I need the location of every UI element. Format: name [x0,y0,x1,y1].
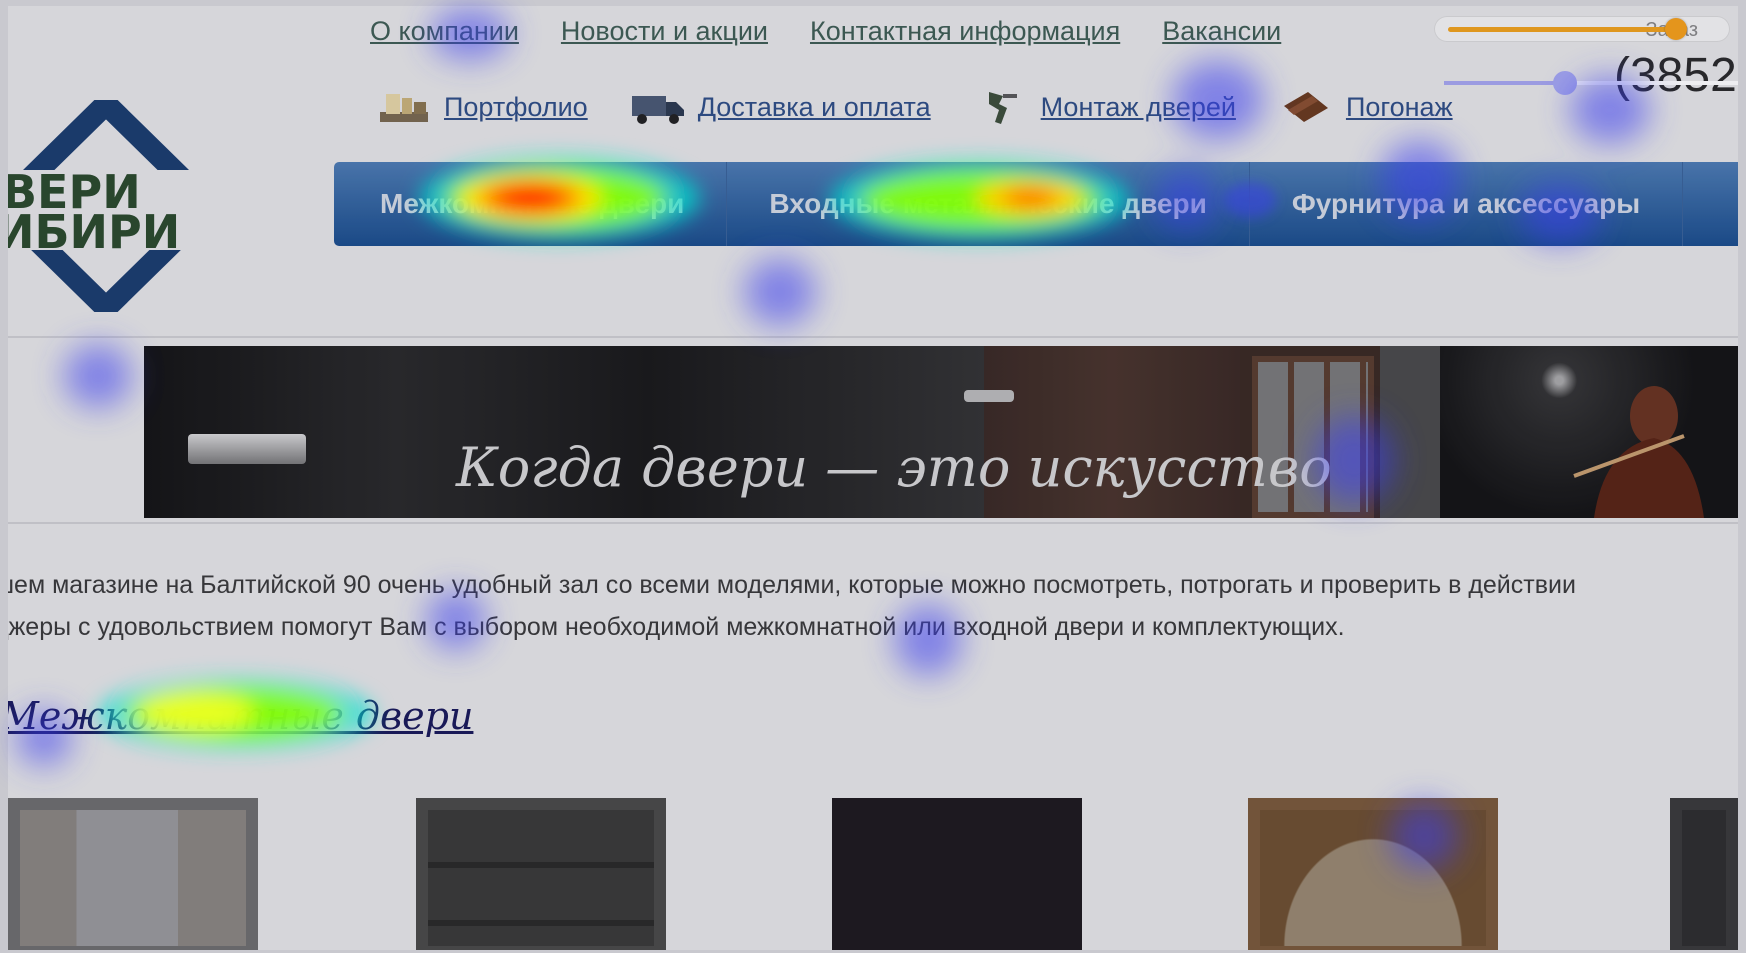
nav2-item-moulding[interactable]: Погонаж [1278,86,1453,128]
moulding-icon [1283,92,1328,122]
order-slider[interactable]: Заказ [1434,16,1730,42]
promo-banner[interactable]: Когда двери — это искусство [144,346,1738,518]
site-logo[interactable]: ВЕРИ ИБИРИ [8,88,268,324]
nav2-link-portfolio[interactable]: Портфолио [444,92,588,123]
banner-divider-top [8,336,1738,338]
product-door-3[interactable] [832,798,1082,950]
product-door-1[interactable] [8,798,258,950]
webpage-screenshot: О компании Новости и акции Контактная ин… [8,6,1738,950]
banner-slogan: Когда двери — это искусство [456,436,1332,499]
door-handle-image-2 [964,390,1014,402]
door-handle-image [188,434,306,464]
menu-item-fittings[interactable]: Фурнитура и аксессуары [1250,162,1684,246]
store-description-line1: шем магазине на Балтийской 90 очень удоб… [8,571,1576,599]
portfolio-icon [380,94,428,122]
product-door-4[interactable] [1248,798,1498,950]
store-description: шем магазине на Балтийской 90 очень удоб… [8,564,1576,648]
top-link-contacts[interactable]: Контактная информация [810,16,1120,47]
secondary-slider-fill [1444,81,1565,85]
menu-item-interior-doors[interactable]: Межкомнатные двери [334,162,728,246]
order-slider-knob[interactable] [1664,18,1687,40]
menu-item-entrance-doors[interactable]: Входные металлические двери [727,162,1250,246]
main-menu: Межкомнатные двери Входные металлические… [334,162,1738,246]
secondary-slider-knob[interactable] [1552,71,1577,95]
top-link-vacancies[interactable]: Вакансии [1162,16,1281,47]
nav2-link-moulding[interactable]: Погонаж [1346,92,1453,123]
page: О компании Новости и акции Контактная ин… [0,0,1746,953]
product-door-2[interactable] [416,798,666,950]
nav2-link-install[interactable]: Монтаж дверей [1041,92,1236,123]
drill-icon [988,92,1017,124]
delivery-truck-icon [631,96,684,124]
secondary-nav: Портфолио Доставка и оплата Монтаж двере… [376,86,1495,128]
top-link-news[interactable]: Новости и акции [561,16,768,47]
violinist-image [1573,386,1704,518]
nav2-link-delivery[interactable]: Доставка и оплата [698,92,931,123]
product-door-5[interactable] [1670,798,1738,950]
store-description-line2: джеры с удовольствием помогут Вам с выбо… [8,613,1345,641]
logo-diamond-icon: ВЕРИ ИБИРИ [8,88,268,324]
logo-line2: ИБИРИ [8,205,180,259]
nav2-item-install[interactable]: Монтаж дверей [973,86,1236,128]
order-slider-fill [1448,27,1676,32]
nav2-item-portfolio[interactable]: Портфолио [376,86,588,128]
top-links: О компании Новости и акции Контактная ин… [370,16,1281,47]
section-title-interior-doors[interactable]: Межкомнатные двери [8,694,473,738]
top-link-about[interactable]: О компании [370,16,519,47]
nav2-item-delivery[interactable]: Доставка и оплата [630,86,931,128]
banner-divider-bottom [8,522,1738,524]
